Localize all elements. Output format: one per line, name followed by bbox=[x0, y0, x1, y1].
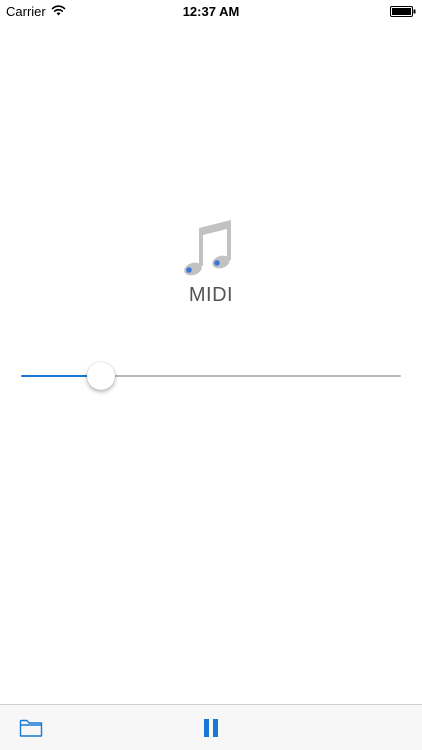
playback-slider[interactable] bbox=[21, 361, 401, 391]
bottom-toolbar bbox=[0, 704, 422, 750]
track-title: MIDI bbox=[188, 284, 234, 306]
status-time: 12:37 AM bbox=[182, 4, 240, 19]
folder-button[interactable] bbox=[16, 715, 46, 741]
battery-icon bbox=[390, 6, 416, 17]
pause-button[interactable] bbox=[197, 715, 225, 741]
status-bar: Carrier 12:37 AM bbox=[0, 0, 422, 22]
pause-icon bbox=[204, 719, 218, 737]
music-note-icon bbox=[184, 220, 231, 276]
folder-icon bbox=[19, 719, 43, 737]
slider-thumb[interactable] bbox=[87, 362, 115, 390]
screen: Carrier 12:37 AM MIDI bbox=[0, 0, 422, 750]
